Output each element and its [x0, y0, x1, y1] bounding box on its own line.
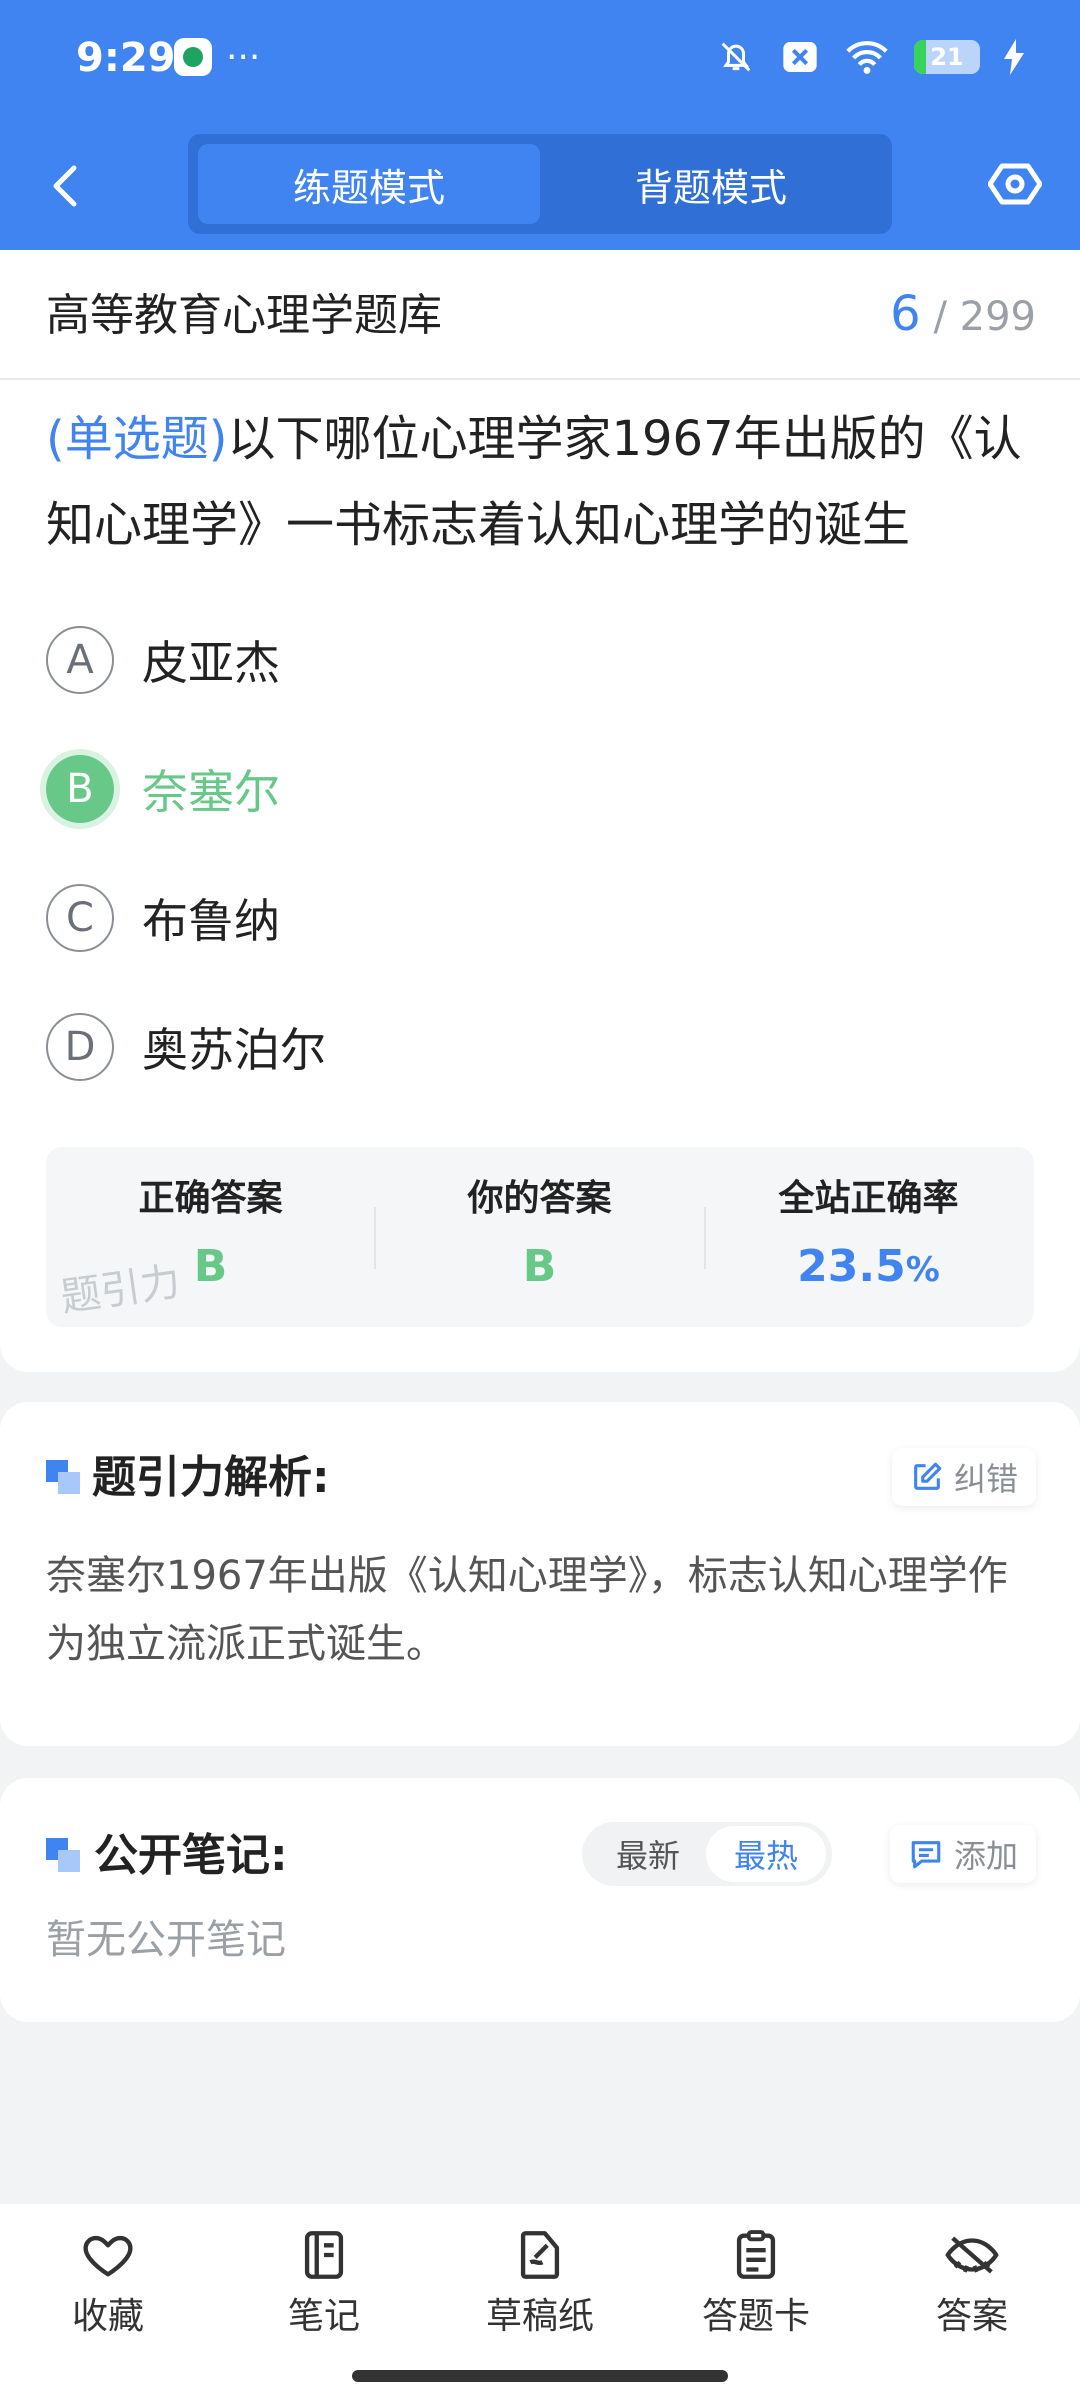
option-letter: D [46, 1013, 114, 1081]
favorite-tab[interactable]: 收藏 [38, 2226, 178, 2376]
option-letter: B [46, 755, 114, 823]
analysis-text: 奈塞尔1967年出版《认知心理学》，标志认知心理学作为独立流派正式诞生。 [46, 1553, 1008, 1667]
your-answer-value: B [522, 1241, 557, 1292]
draft-icon [520, 2231, 560, 2279]
notes-sort-toggle: 最新 最热 [582, 1822, 832, 1886]
settings-button[interactable] [987, 150, 1043, 218]
empty-notes-text: 暂无公开笔记 [46, 1917, 286, 1963]
settings-hexagon-icon [987, 163, 1043, 205]
report-error-label: 纠错 [953, 1460, 1018, 1498]
question-counter[interactable]: 6 / 299 [890, 284, 1036, 347]
mute-bell-icon [721, 42, 751, 72]
current-question-number: 6 [890, 286, 921, 342]
option-b[interactable]: B 奈塞尔 [46, 753, 646, 825]
more-notifications-icon: ··· [226, 37, 261, 78]
sort-newest-button[interactable]: 最新 [588, 1826, 708, 1882]
option-letter: A [46, 626, 114, 694]
tab-practice-mode[interactable]: 练题模式 [198, 144, 540, 224]
charging-icon [1004, 39, 1024, 75]
divider [0, 378, 1080, 380]
tab-memorize-mode[interactable]: 背题模式 [540, 144, 882, 224]
answer-summary: 正确答案 B 你的答案 B 全站正确率 23.5% 题引力 [46, 1147, 1034, 1327]
add-note-label: 添加 [953, 1837, 1018, 1875]
total-questions: 299 [959, 294, 1036, 340]
option-text: 奈塞尔 [142, 765, 280, 819]
answer-card-tab[interactable]: 答题卡 [686, 2226, 826, 2376]
accuracy-label: 全站正确率 [778, 1178, 959, 1219]
notes-tab[interactable]: 笔记 [254, 2226, 394, 2376]
answer-card-icon [736, 2230, 776, 2279]
mode-switch: 练题模式 背题模式 [188, 134, 892, 234]
option-d[interactable]: D 奥苏泊尔 [46, 1011, 646, 1083]
option-text: 皮亚杰 [142, 636, 280, 690]
correct-answer-label: 正确答案 [138, 1178, 283, 1219]
option-a[interactable]: A 皮亚杰 [46, 624, 646, 696]
battery-icon: 21 [914, 40, 980, 74]
accuracy-number: 23.5 [797, 1241, 906, 1292]
tab-label: 答题卡 [701, 2296, 810, 2337]
your-answer-column: 你的答案 B [375, 1147, 704, 1327]
close-box-icon [783, 42, 817, 72]
question-bank-title: 高等教育心理学题库 [46, 290, 442, 341]
counter-separator: / [933, 294, 947, 340]
back-button[interactable] [40, 150, 90, 220]
notes-card [0, 1778, 1080, 2022]
sort-hottest-button[interactable]: 最热 [706, 1826, 826, 1882]
report-error-button[interactable]: 纠错 [891, 1448, 1036, 1506]
comment-icon [911, 1841, 941, 1869]
analysis-title: 题引力解析: [92, 1452, 330, 1503]
home-indicator[interactable] [352, 2370, 728, 2382]
chevron-left-icon [53, 165, 77, 207]
option-c[interactable]: C 布鲁纳 [46, 882, 646, 954]
status-time: 9:29 [76, 35, 176, 81]
option-text: 奥苏泊尔 [142, 1023, 326, 1077]
notebook-icon [304, 2231, 344, 2279]
wifi-icon [846, 41, 888, 74]
battery-level: 21 [930, 43, 964, 71]
add-note-button[interactable]: 添加 [889, 1825, 1036, 1883]
notes-title: 公开笔记: [94, 1830, 288, 1881]
accuracy-unit: % [905, 1250, 940, 1290]
tab-label: 答案 [935, 2296, 1008, 2337]
section-icon [46, 1460, 82, 1494]
answer-tab[interactable]: 答案 [902, 2226, 1042, 2376]
section-icon [46, 1838, 82, 1872]
option-text: 布鲁纳 [142, 894, 280, 948]
heart-icon [83, 2235, 133, 2277]
app-notification-icon [174, 38, 212, 76]
tab-label: 笔记 [287, 2296, 360, 2337]
status-icons: 21 [716, 34, 1024, 80]
your-answer-label: 你的答案 [467, 1178, 612, 1219]
accuracy-value: 23.5% [704, 1239, 1033, 1298]
tab-label: 收藏 [71, 2296, 144, 2337]
edit-icon [914, 1462, 942, 1490]
tab-label: 草稿纸 [485, 2296, 594, 2337]
draft-tab[interactable]: 草稿纸 [470, 2226, 610, 2376]
accuracy-column: 全站正确率 23.5% [704, 1147, 1033, 1327]
question-text: (单选题)以下哪位心理学家1967年出版的《认知心理学》一书标志着认知心理学的诞… [46, 396, 1042, 568]
eye-off-icon [945, 2236, 999, 2274]
question-type: (单选题) [46, 411, 228, 467]
option-letter: C [46, 884, 114, 952]
